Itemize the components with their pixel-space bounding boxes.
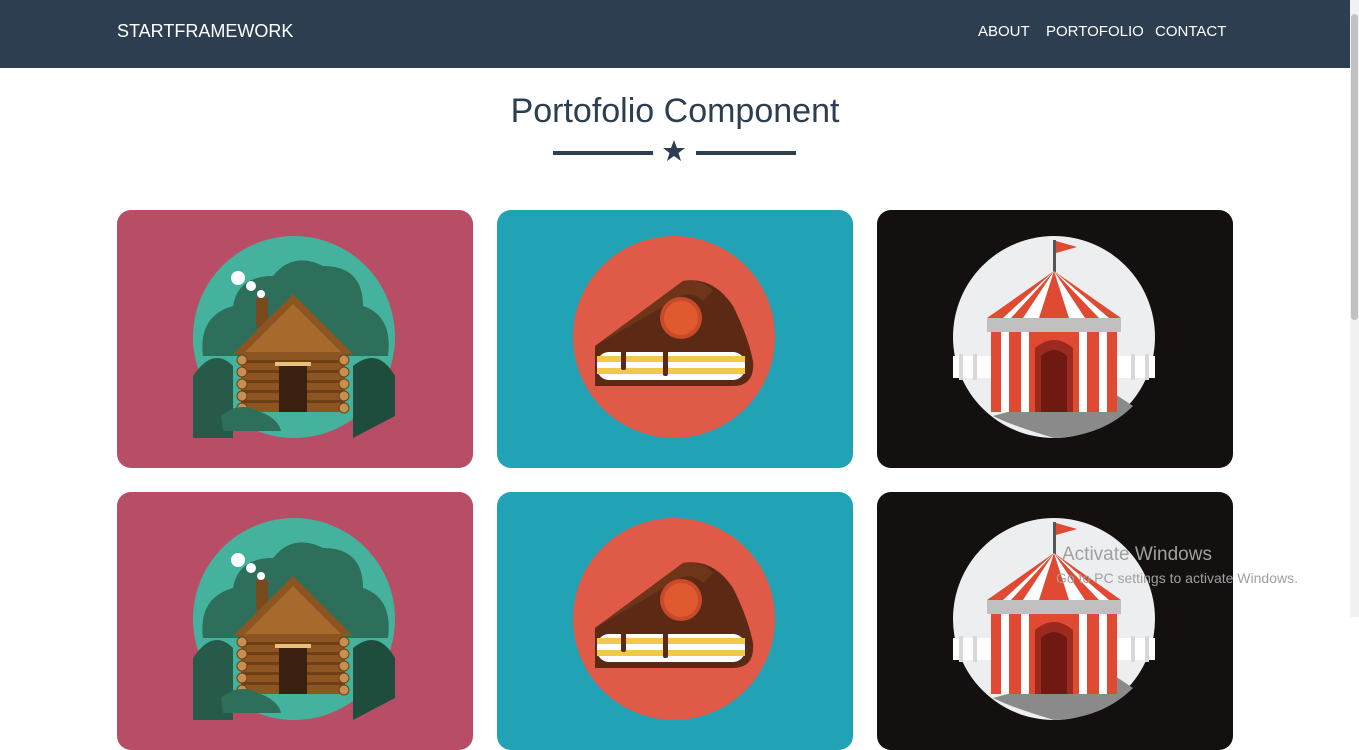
star-icon [663,140,685,161]
portfolio-item-cake[interactable] [497,492,853,750]
navbar: STARTFRAMEWORK ABOUT PORTOFOLIO CONTACT [0,0,1350,68]
portfolio-item-cabin[interactable] [117,210,473,468]
vertical-scrollbar[interactable] [1350,0,1359,617]
nav-link-portofolio[interactable]: PORTOFOLIO [1046,23,1144,40]
cabin-image [193,236,395,438]
portfolio-item-circus[interactable] [877,210,1233,468]
section-title: Portofolio Component [510,92,840,130]
brand-logo-link[interactable]: STARTFRAMEWORK [117,21,293,42]
circus-tent-image [953,236,1155,438]
scrollbar-thumb[interactable] [1351,14,1358,320]
cabin-image [193,518,395,720]
divider-line-right [696,151,796,155]
activate-windows-watermark-title: Activate Windows [1062,544,1212,565]
nav-link-about[interactable]: ABOUT [978,23,1030,40]
cake-image [573,518,775,720]
portfolio-item-cabin[interactable] [117,492,473,750]
nav-link-contact[interactable]: CONTACT [1155,23,1226,40]
cake-image [573,236,775,438]
portfolio-item-cake[interactable] [497,210,853,468]
divider-line-left [553,151,653,155]
portfolio-item-circus[interactable] [877,492,1233,750]
activate-windows-watermark-subtitle: Go to PC settings to activate Windows. [1056,570,1298,586]
